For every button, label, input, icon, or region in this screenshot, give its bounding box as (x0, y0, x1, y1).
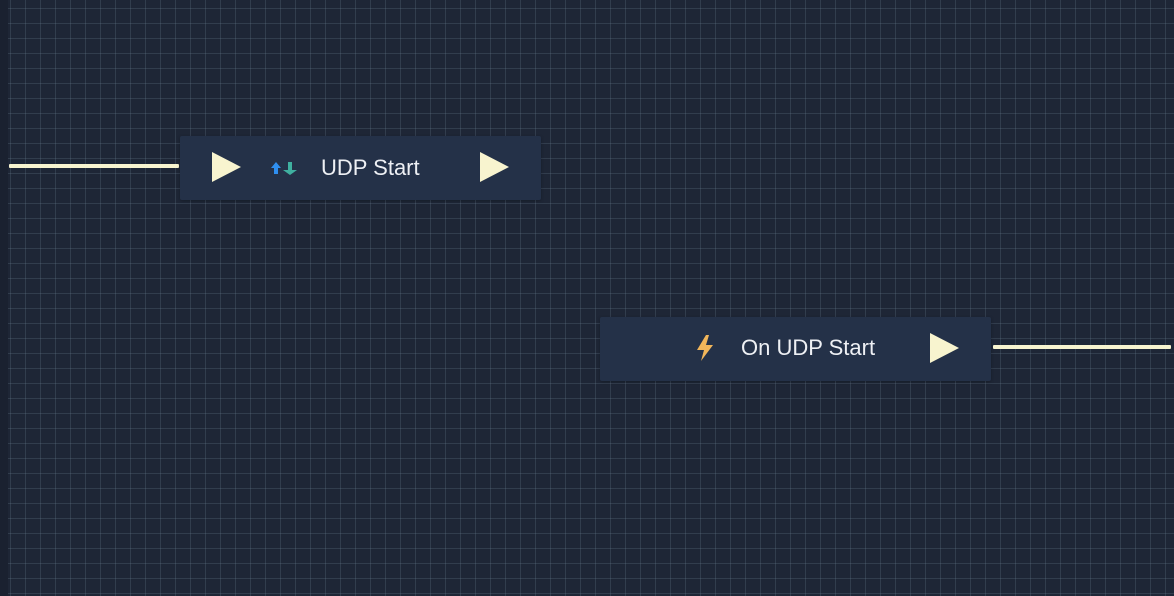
exec-wire-incoming[interactable] (9, 164, 179, 168)
udp-arrows-icon (271, 162, 297, 175)
node-udp-start[interactable]: UDP Start (180, 136, 541, 200)
exec-wire-outgoing[interactable] (993, 345, 1171, 349)
lightning-bolt-icon (697, 335, 713, 361)
node-graph-canvas[interactable] (0, 0, 1174, 596)
canvas-left-border (0, 0, 8, 596)
exec-output-pin[interactable] (930, 333, 959, 363)
node-on-udp-start[interactable]: On UDP Start (600, 317, 991, 381)
exec-output-pin[interactable] (480, 152, 509, 182)
exec-input-pin[interactable] (212, 152, 241, 182)
node-title: On UDP Start (741, 335, 876, 360)
node-title: UDP Start (321, 155, 420, 180)
